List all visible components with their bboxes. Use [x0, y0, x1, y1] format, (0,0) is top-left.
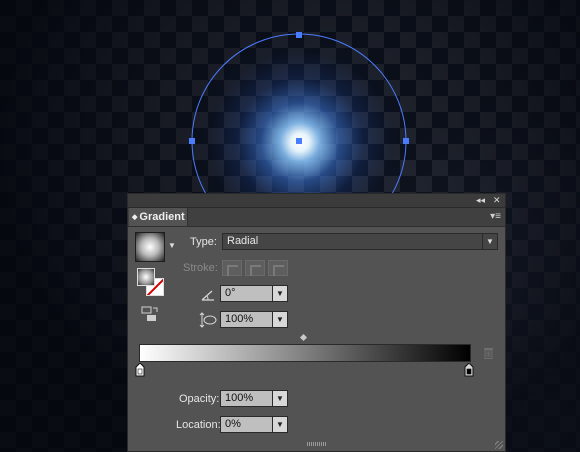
apply-gradient-along-stroke-button[interactable] [245, 260, 265, 276]
type-select[interactable]: Radial [222, 233, 484, 250]
anchor-point-left[interactable] [189, 138, 195, 144]
close-panel-button[interactable]: ✕ [493, 194, 501, 207]
fill-swatch[interactable] [137, 268, 155, 286]
panel-menu-button[interactable]: ▾≡ [490, 208, 501, 226]
gradient-slider[interactable] [139, 344, 471, 362]
aspect-ratio-dropdown-button[interactable]: ▼ [272, 311, 288, 328]
angle-icon [201, 290, 214, 301]
anchor-point-top[interactable] [296, 32, 302, 38]
aspect-ratio-field[interactable]: 100% [220, 311, 274, 328]
tab-gradient[interactable]: ◆ Gradient [129, 208, 188, 226]
location-dropdown-button[interactable]: ▼ [272, 416, 288, 433]
type-dropdown-button[interactable]: ▼ [482, 233, 498, 250]
angle-dropdown-button[interactable]: ▼ [272, 285, 288, 302]
panel-resize-grip-bar[interactable] [307, 442, 327, 446]
center-point[interactable] [296, 138, 302, 144]
panel-title-bar[interactable]: ◂◂ ✕ [128, 194, 505, 208]
apply-gradient-within-stroke-button[interactable] [222, 260, 242, 276]
panel-resize-corner[interactable] [495, 441, 503, 449]
aspect-ratio-icon [199, 312, 217, 328]
location-label: Location: [176, 419, 221, 431]
stroke-label: Stroke: [183, 262, 218, 274]
gradient-panel: ◂◂ ✕ ◆ Gradient ▾≡ ▼ Type: Radial ▼ Strok… [127, 193, 506, 452]
gradient-preview-swatch[interactable] [135, 232, 165, 262]
anchor-point-right[interactable] [403, 138, 409, 144]
gradient-stop-black[interactable] [464, 363, 474, 377]
angle-field[interactable]: 0° [220, 285, 274, 302]
panel-tab-bar: ◆ Gradient ▾≡ [128, 208, 505, 227]
opacity-dropdown-button[interactable]: ▼ [272, 390, 288, 407]
gradient-midpoint-handle[interactable] [299, 333, 308, 342]
reverse-gradient-icon[interactable] [141, 306, 159, 322]
apply-gradient-across-stroke-button[interactable] [268, 260, 288, 276]
tab-gradient-label: Gradient [139, 211, 185, 223]
opacity-label: Opacity: [179, 393, 220, 405]
tab-options-icon: ◆ [132, 214, 138, 221]
collapse-panel-button[interactable]: ◂◂ [476, 194, 485, 207]
location-field[interactable]: 0% [220, 416, 274, 433]
gradient-preset-dropdown-icon[interactable]: ▼ [168, 241, 176, 250]
type-label: Type: [190, 236, 217, 248]
gradient-stop-white[interactable] [135, 363, 145, 377]
opacity-field[interactable]: 100% [220, 390, 274, 407]
delete-stop-icon[interactable] [483, 347, 494, 359]
